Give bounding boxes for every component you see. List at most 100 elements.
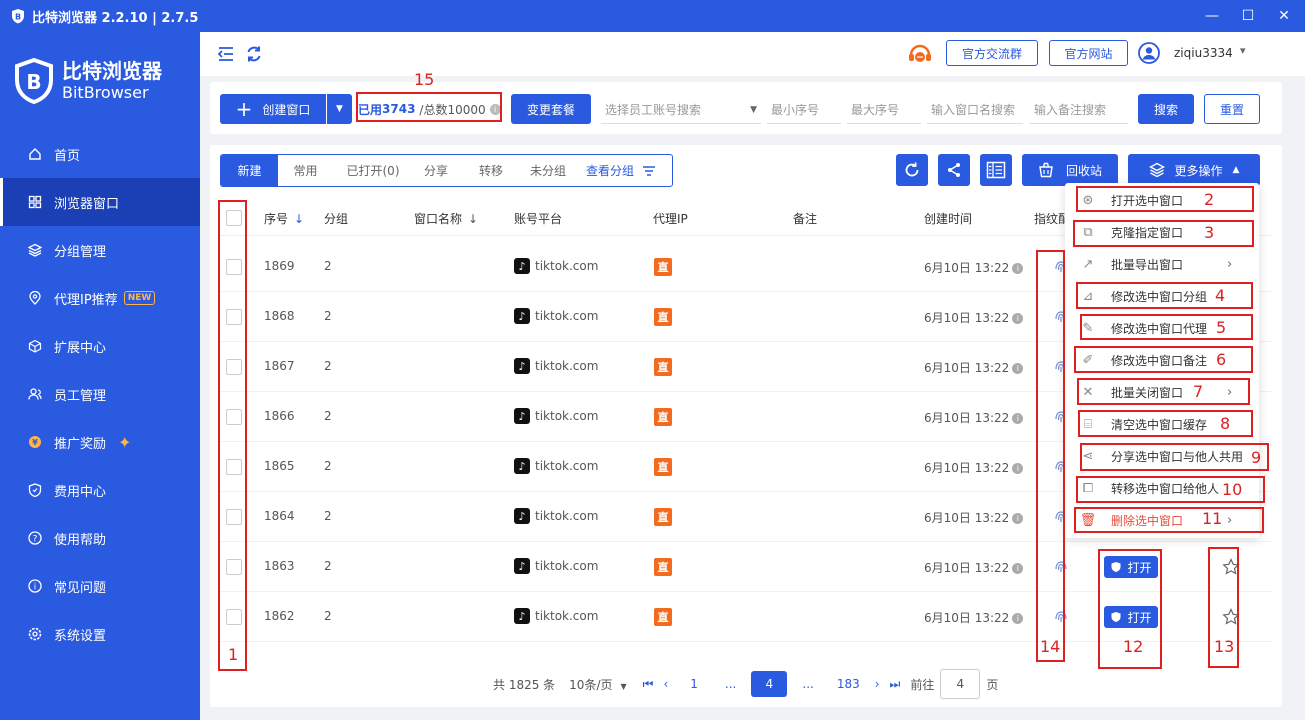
info-icon[interactable]: i <box>1012 563 1024 574</box>
community-button[interactable]: 官方交流群 <box>946 40 1038 66</box>
refresh-icon <box>905 162 919 177</box>
reload-list-button[interactable] <box>896 154 928 186</box>
menu-item-export[interactable]: ↗ 批量导出窗口 › <box>1065 248 1259 280</box>
page-ellipsis-right[interactable]: ... <box>802 677 813 691</box>
sidebar-item-settings[interactable]: 系统设置 <box>0 610 200 658</box>
info-icon[interactable]: i <box>1012 413 1024 424</box>
info-icon[interactable]: i <box>1012 313 1024 324</box>
brand-name-cn: 比特浏览器 <box>62 59 162 83</box>
next-page-icon[interactable]: › <box>875 677 880 691</box>
tab-opened[interactable]: 已打开(0) <box>333 155 413 186</box>
sidebar-item-extensions[interactable]: 扩展中心 <box>0 322 200 370</box>
sidebar-item-label: 费用中心 <box>54 484 107 500</box>
more-operations-button[interactable]: 更多操作 ▲ <box>1128 154 1260 186</box>
page-current[interactable]: 4 <box>751 671 788 697</box>
row-platform-label: tiktok.com <box>535 509 599 523</box>
prev-page-icon[interactable]: ‹ <box>663 677 668 691</box>
svg-text:B: B <box>15 13 21 22</box>
refresh-icon[interactable] <box>244 44 264 64</box>
column-header-remark: 备注 <box>793 212 818 226</box>
sidebar-item-groups[interactable]: 分组管理 <box>0 226 200 274</box>
proxy-direct-badge: 直 <box>654 408 672 426</box>
pagination: 共 1825 条 10条/页 ▼ ⏮ ‹ 1 ... 4 ... 183 › ⏭ … <box>493 669 998 699</box>
first-page-icon[interactable]: ⏮ <box>643 677 654 692</box>
sidebar-item-help[interactable]: ? 使用帮助 <box>0 514 200 562</box>
row-created-label: 6月10日 13:22 <box>924 411 1010 425</box>
close-window-icon[interactable]: ✕ <box>1277 8 1291 24</box>
recycle-bin-button[interactable]: 回收站 <box>1022 154 1118 186</box>
remark-input[interactable]: 输入备注搜索 <box>1030 96 1128 124</box>
tab-new[interactable]: 新建 <box>221 155 278 186</box>
row-platform-label: tiktok.com <box>535 309 599 323</box>
info-icon[interactable]: i <box>1012 513 1024 524</box>
annotation-box-1 <box>218 200 247 671</box>
column-header-seq[interactable]: 序号 ↓ <box>264 210 304 227</box>
staff-account-select[interactable]: 选择员工账号搜索 ▼ <box>601 96 761 124</box>
annotation-box-15 <box>356 92 502 122</box>
row-created-label: 6月10日 13:22 <box>924 311 1010 325</box>
row-seq: 1869 <box>264 259 295 273</box>
sidebar-item-rewards[interactable]: ¥ 推广奖励 ✦ <box>0 418 200 466</box>
chevron-right-icon: › <box>1227 256 1233 272</box>
sidebar-item-proxy[interactable]: 代理IP推荐 NEW <box>0 274 200 322</box>
last-page-icon[interactable]: ⏭ <box>890 677 901 692</box>
info-icon[interactable]: i <box>1012 613 1024 624</box>
sparkle-icon: ✦ <box>118 432 132 452</box>
max-seq-input[interactable]: 最大序号 <box>847 96 921 124</box>
tab-ungrouped[interactable]: 未分组 <box>523 155 573 186</box>
row-group: 2 <box>324 409 332 423</box>
page-1[interactable]: 1 <box>690 677 698 691</box>
create-window-dropdown[interactable]: ▼ <box>327 94 352 124</box>
svg-text:B: B <box>26 70 41 94</box>
info-icon[interactable]: i <box>1012 363 1024 374</box>
row-platform: ♪ tiktok.com <box>514 358 598 374</box>
column-header-group: 分组 <box>324 212 349 226</box>
customer-service-icon[interactable] <box>906 42 934 66</box>
row-platform: ♪ tiktok.com <box>514 258 598 274</box>
cube-icon <box>28 339 42 353</box>
row-seq: 1868 <box>264 309 295 323</box>
maximize-icon[interactable]: ☐ <box>1241 8 1255 24</box>
staff-select-placeholder: 选择员工账号搜索 <box>605 103 702 117</box>
sidebar-item-faq[interactable]: i 常见问题 <box>0 562 200 610</box>
sidebar-item-staff[interactable]: 员工管理 <box>0 370 200 418</box>
annotation-label-9: 9 <box>1251 448 1262 467</box>
minimize-icon[interactable]: — <box>1205 8 1219 24</box>
create-window-label: 创建窗口 <box>262 102 311 117</box>
tab-view-groups[interactable]: 查看分组 <box>573 155 669 186</box>
chevron-down-icon[interactable]: ▾ <box>1240 44 1246 57</box>
user-avatar-icon[interactable] <box>1138 42 1160 64</box>
sidebar: B 比特浏览器 BitBrowser 首页 浏览器窗口 分组管理 代理IP推荐 … <box>0 32 200 720</box>
info-icon[interactable]: i <box>1012 463 1024 474</box>
reset-button[interactable]: 重置 <box>1204 94 1260 124</box>
page-last[interactable]: 183 <box>837 677 860 691</box>
title-bar: B 比特浏览器 2.2.10 | 2.7.5 — ☐ ✕ <box>0 0 1305 32</box>
username[interactable]: ziqiu3334 <box>1174 46 1233 60</box>
column-settings-button[interactable] <box>980 154 1012 186</box>
column-header-name[interactable]: 窗口名称 ↓ <box>414 210 478 227</box>
website-button[interactable]: 官方网站 <box>1049 40 1128 66</box>
sidebar-item-home[interactable]: 首页 <box>0 130 200 178</box>
goto-page-input[interactable]: 4 <box>940 669 981 699</box>
min-seq-input[interactable]: 最小序号 <box>767 96 841 124</box>
info-icon[interactable]: i <box>1012 263 1024 274</box>
change-plan-button[interactable]: 变更套餐 <box>511 94 591 124</box>
page-ellipsis-left[interactable]: ... <box>725 677 736 691</box>
collapse-menu-icon[interactable] <box>216 44 236 64</box>
tab-common[interactable]: 常用 <box>278 155 333 186</box>
share-button[interactable] <box>938 154 970 186</box>
sidebar-item-browser-windows[interactable]: 浏览器窗口 <box>0 178 200 226</box>
window-name-input[interactable]: 输入窗口名搜索 <box>927 96 1023 124</box>
page-size-select[interactable]: 10条/页 ▼ <box>569 676 626 693</box>
annotation-box-7 <box>1077 378 1250 405</box>
create-window-button[interactable]: + 创建窗口 <box>220 94 326 124</box>
info-icon: i <box>28 579 42 593</box>
sidebar-item-billing[interactable]: 费用中心 <box>0 466 200 514</box>
row-group: 2 <box>324 609 332 623</box>
tab-share[interactable]: 分享 <box>413 155 459 186</box>
sort-arrow-down-icon: ↓ <box>468 212 479 226</box>
tab-transfer[interactable]: 转移 <box>459 155 523 186</box>
annotation-label-13: 13 <box>1214 637 1235 656</box>
total-count: 共 1825 条 <box>493 677 556 692</box>
search-button[interactable]: 搜索 <box>1138 94 1194 124</box>
